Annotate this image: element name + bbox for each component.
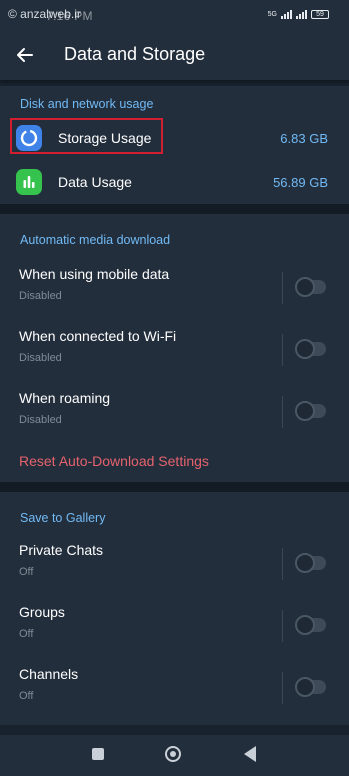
battery-icon: 59 [311,10,329,19]
bar-chart-icon [16,169,42,195]
data-usage-item[interactable]: Data Usage 56.89 GB [0,162,349,202]
wifi-switch[interactable] [295,339,326,359]
data-usage-label: Data Usage [58,174,132,190]
section-header-gallery: Save to Gallery [20,511,106,525]
status-time: 7:16 PM [46,9,93,23]
row-divider [282,548,283,580]
roaming-toggle-row[interactable]: When roaming Disabled [0,384,349,444]
channels-status: Off [19,690,34,702]
channels-toggle-row[interactable]: Channels Off [0,660,349,720]
wifi-toggle-row[interactable]: When connected to Wi-Fi Disabled [0,322,349,382]
groups-status: Off [19,628,34,640]
app-bar: Data and Storage [0,30,349,80]
row-divider [282,396,283,428]
private-chats-switch[interactable] [295,553,326,573]
channels-label: Channels [19,666,79,682]
roaming-status: Disabled [19,414,62,426]
row-divider [282,672,283,704]
home-icon[interactable] [165,746,181,762]
row-divider [282,334,283,366]
section-header-disk: Disk and network usage [20,97,154,111]
network-type: 5G [267,11,277,18]
reset-auto-download-button[interactable]: Reset Auto-Download Settings [19,453,209,469]
battery-level: 59 [316,11,324,18]
groups-switch[interactable] [295,615,326,635]
mobile-data-switch[interactable] [295,277,326,297]
data-usage-value: 56.89 GB [273,175,328,190]
wifi-status: Disabled [19,352,62,364]
channels-switch[interactable] [295,677,326,697]
private-chats-status: Off [19,566,34,578]
signal-icon [281,10,292,19]
system-nav-bar [0,735,349,776]
private-chats-toggle-row[interactable]: Private Chats Off [0,536,349,596]
mobile-data-label: When using mobile data [19,266,170,282]
mobile-data-toggle-row[interactable]: When using mobile data Disabled [0,260,349,320]
save-to-gallery-section: Save to Gallery Private Chats Off Groups… [0,492,349,725]
switch-knob [295,339,315,359]
groups-toggle-row[interactable]: Groups Off [0,598,349,658]
status-bar: © anzalweb.ir 7:16 PM 5G 59 [0,0,349,30]
highlight-box [10,118,163,154]
switch-knob [295,401,315,421]
switch-knob [295,615,315,635]
page-title: Data and Storage [64,44,206,64]
switch-knob [295,277,315,297]
mobile-data-status: Disabled [19,290,62,302]
row-divider [282,272,283,304]
switch-knob [295,553,315,573]
section-header-auto-download: Automatic media download [20,233,171,247]
private-chats-label: Private Chats [19,542,104,558]
recents-icon[interactable] [92,748,104,760]
status-icons: 5G 59 [268,10,329,19]
section-divider [0,482,349,492]
roaming-label: When roaming [19,390,111,406]
arrow-left-icon[interactable] [12,42,38,68]
section-divider [0,204,349,214]
storage-usage-value: 6.83 GB [280,131,328,146]
groups-label: Groups [19,604,65,620]
roaming-switch[interactable] [295,401,326,421]
wifi-label: When connected to Wi-Fi [19,328,177,344]
signal-icon-2 [296,10,307,19]
switch-knob [295,677,315,697]
auto-download-section: Automatic media download When using mobi… [0,214,349,482]
back-triangle-icon[interactable] [244,746,256,762]
row-divider [282,610,283,642]
